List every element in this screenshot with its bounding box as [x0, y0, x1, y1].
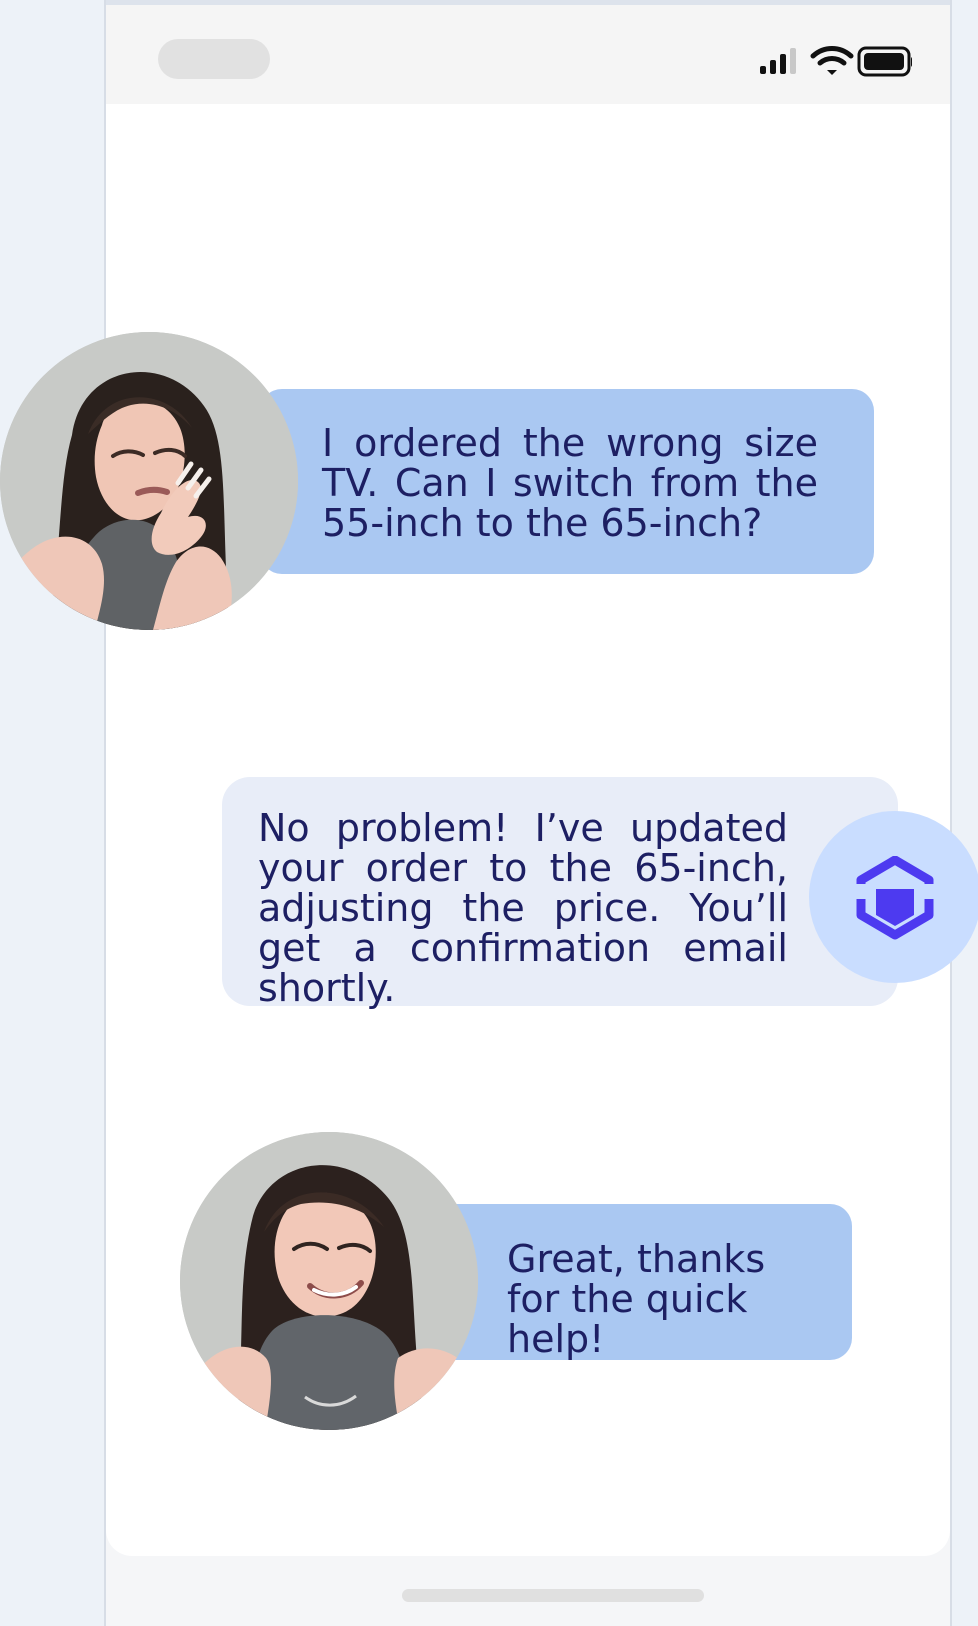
wifi-icon	[810, 46, 854, 75]
customer-message-bubble: I ordered the wrong size TV. Can I switc…	[260, 389, 874, 574]
customer-avatar	[0, 332, 298, 630]
cellular-signal-icon	[760, 48, 796, 74]
agent-avatar	[809, 811, 978, 983]
thinking-customer-photo	[0, 332, 298, 630]
status-icons-svg	[760, 46, 912, 77]
agent-message-bubble: No problem! I’ve updated your order to t…	[222, 777, 898, 1008]
smiling-customer-photo	[180, 1132, 478, 1430]
assistant-logo-icon	[853, 856, 937, 940]
battery-icon	[857, 46, 912, 77]
customer-reply-bubble: Great, thanks for the quick help!	[434, 1204, 852, 1360]
status-bar	[106, 0, 950, 104]
status-icons	[760, 43, 912, 77]
agent-message-text: No problem! I’ve updated your order to t…	[258, 806, 788, 1010]
dynamic-island-pill	[158, 39, 270, 79]
chat-screenshot: I ordered the wrong size TV. Can I switc…	[0, 0, 978, 1626]
customer-avatar-smiling	[180, 1132, 478, 1430]
customer-message-text: I ordered the wrong size TV. Can I switc…	[322, 421, 818, 545]
home-indicator[interactable]	[402, 1589, 704, 1602]
customer-reply-text: Great, thanks for the quick help!	[507, 1237, 766, 1361]
